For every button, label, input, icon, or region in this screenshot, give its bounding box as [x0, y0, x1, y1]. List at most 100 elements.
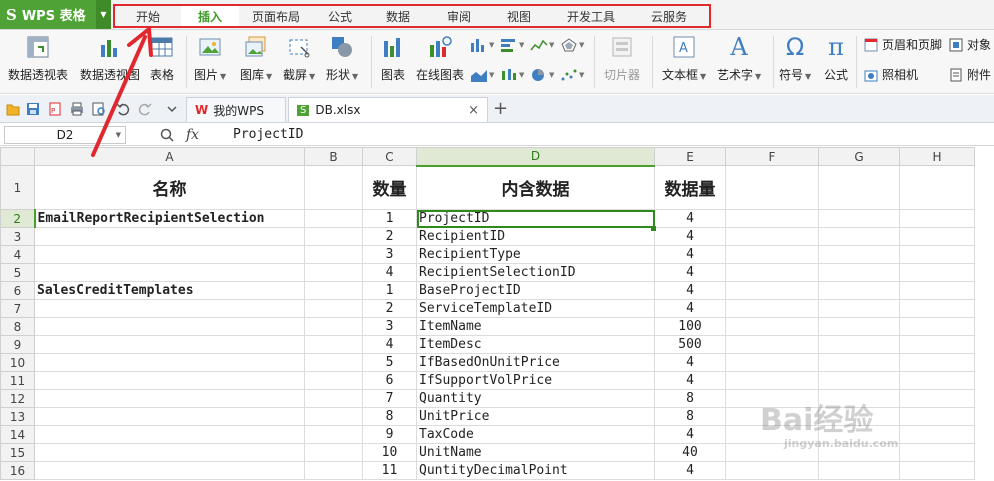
header-cell-data-size[interactable]: 数据量 [654, 165, 726, 210]
cell-data-size[interactable]: 4 [654, 227, 726, 246]
cell-data-size[interactable]: 4 [654, 245, 726, 264]
cell[interactable] [304, 317, 363, 336]
customize-toolbar-chevron-icon[interactable] [166, 104, 180, 118]
cell[interactable] [899, 407, 975, 426]
cell-field-name[interactable]: QuntityDecimalPoint [416, 461, 655, 480]
save-icon[interactable] [26, 102, 40, 116]
cell-data-size[interactable]: 500 [654, 335, 726, 354]
cell[interactable] [899, 299, 975, 318]
cell[interactable] [818, 317, 900, 336]
column-header-h[interactable]: H [899, 147, 975, 166]
cell-count[interactable]: 7 [362, 389, 417, 408]
cell-table-name[interactable] [34, 443, 305, 462]
cell-data-size[interactable]: 4 [654, 263, 726, 282]
formula-button[interactable]: π 公式 [823, 33, 849, 83]
cell-table-name[interactable] [34, 245, 305, 264]
cell-field-name[interactable]: IfBasedOnUnitPrice [416, 353, 655, 372]
screenshot-button[interactable]: 截屏 ▼ [283, 34, 315, 83]
cell-count[interactable]: 5 [362, 353, 417, 372]
cell[interactable] [899, 227, 975, 246]
cell[interactable] [725, 227, 819, 246]
column-header-b[interactable]: B [304, 147, 363, 166]
cell[interactable] [818, 165, 900, 210]
cell-field-name[interactable]: ItemDesc [416, 335, 655, 354]
header-cell-name[interactable]: 名称 [34, 165, 305, 210]
cell-count[interactable]: 1 [362, 281, 417, 300]
cell-data-size[interactable]: 4 [654, 209, 726, 228]
cell-table-name[interactable] [34, 335, 305, 354]
close-tab-icon[interactable]: × [468, 103, 479, 118]
new-tab-plus-icon[interactable]: + [493, 98, 508, 119]
cell[interactable] [725, 299, 819, 318]
cell[interactable] [899, 317, 975, 336]
cell[interactable] [818, 299, 900, 318]
cell[interactable] [304, 245, 363, 264]
attachment-button[interactable]: 附件 [949, 66, 991, 83]
tab-cloud-service[interactable]: 云服务 [633, 6, 705, 26]
pivot-table-button[interactable]: 数据透视表 [8, 34, 68, 83]
column-header-g[interactable]: G [818, 147, 900, 166]
cell[interactable] [818, 461, 900, 480]
cell-count[interactable]: 11 [362, 461, 417, 480]
insert-function-fx-icon[interactable]: fx [186, 127, 199, 143]
gallery-button[interactable]: 图库 ▼ [240, 34, 272, 83]
cell-table-name[interactable] [34, 425, 305, 444]
cell[interactable] [304, 209, 363, 228]
cell-data-size[interactable]: 4 [654, 299, 726, 318]
row-header[interactable]: 3 [0, 227, 35, 246]
cell[interactable] [899, 245, 975, 264]
cell[interactable] [899, 165, 975, 210]
cell[interactable] [725, 209, 819, 228]
cell[interactable] [304, 263, 363, 282]
cell-data-size[interactable]: 4 [654, 353, 726, 372]
row-header[interactable]: 4 [0, 245, 35, 264]
shapes-button[interactable]: 形状 ▼ [326, 34, 358, 83]
cell[interactable] [304, 443, 363, 462]
cell-field-name[interactable]: ServiceTemplateID [416, 299, 655, 318]
app-menu-dropdown-icon[interactable]: ▼ [96, 0, 111, 29]
cell[interactable] [304, 389, 363, 408]
cell[interactable] [304, 425, 363, 444]
cell-table-name[interactable] [34, 227, 305, 246]
name-box[interactable]: D2 ▼ [4, 126, 126, 144]
textbox-button[interactable]: A 文本框 ▼ [662, 34, 706, 83]
export-pdf-icon[interactable]: P [48, 102, 62, 116]
cell-table-name[interactable] [34, 407, 305, 426]
cell-table-name[interactable]: EmailReportRecipientSelection [34, 209, 305, 228]
cell[interactable] [899, 353, 975, 372]
cell-field-name[interactable]: UnitName [416, 443, 655, 462]
cell[interactable] [725, 335, 819, 354]
cell[interactable] [725, 317, 819, 336]
cell-data-size[interactable]: 8 [654, 389, 726, 408]
cell[interactable] [818, 353, 900, 372]
cell[interactable] [899, 461, 975, 480]
column-header-c[interactable]: C [362, 147, 417, 166]
cell-data-size[interactable]: 40 [654, 443, 726, 462]
tab-home[interactable]: 开始 [115, 6, 181, 26]
cell[interactable] [304, 227, 363, 246]
cell[interactable] [899, 443, 975, 462]
cell[interactable] [725, 461, 819, 480]
cell-table-name[interactable] [34, 371, 305, 390]
cell[interactable] [304, 461, 363, 480]
row-header[interactable]: 15 [0, 443, 35, 462]
cell[interactable] [304, 299, 363, 318]
tab-view[interactable]: 视图 [489, 6, 549, 26]
cell[interactable] [818, 371, 900, 390]
cell-count[interactable]: 9 [362, 425, 417, 444]
header-footer-button[interactable]: 页眉和页脚 [864, 36, 942, 53]
active-cell[interactable]: ProjectID [416, 209, 655, 228]
cell-field-name[interactable]: IfSupportVolPrice [416, 371, 655, 390]
cell-table-name[interactable] [34, 317, 305, 336]
cell[interactable] [818, 245, 900, 264]
bar-chart-dropdown[interactable]: ▼ [500, 38, 524, 52]
scatter-chart-dropdown[interactable]: ▼ [560, 68, 584, 82]
cell-count[interactable]: 3 [362, 245, 417, 264]
row-header[interactable]: 14 [0, 425, 35, 444]
cell-data-size[interactable]: 100 [654, 317, 726, 336]
cell[interactable] [725, 165, 819, 210]
tab-my-wps[interactable]: W 我的WPS [186, 97, 286, 122]
print-preview-icon[interactable] [92, 102, 106, 116]
area-chart-dropdown[interactable]: ▼ [470, 68, 494, 82]
cell[interactable] [818, 335, 900, 354]
